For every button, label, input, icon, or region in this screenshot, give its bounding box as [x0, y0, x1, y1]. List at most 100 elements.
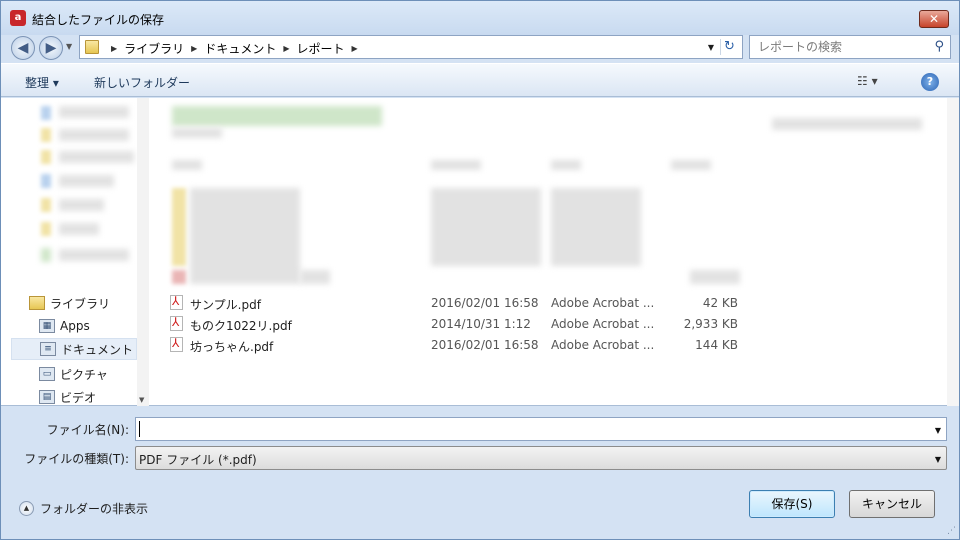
sidebar-item-pictures[interactable]: ▭ ピクチャ — [1, 363, 137, 385]
blurred-region — [41, 128, 51, 142]
blurred-region — [172, 106, 382, 126]
filename-label: ファイル名(N): — [46, 423, 129, 437]
refresh-icon[interactable]: ↻ — [720, 39, 738, 55]
filetype-select[interactable]: PDF ファイル (*.pdf) ▼ — [135, 446, 947, 470]
breadcrumb-item-documents[interactable]: ドキュメント — [204, 40, 276, 57]
search-icon[interactable]: ⚲ — [934, 39, 944, 54]
blurred-region — [172, 188, 186, 266]
search-box[interactable]: ⚲ — [749, 35, 951, 59]
file-row[interactable]: ものク1022リ.pdf 2014/10/31 1:12 Adobe Acrob… — [170, 313, 750, 334]
sidebar-item-label: ピクチャ — [60, 367, 108, 382]
chevron-up-icon: ▲ — [19, 501, 34, 516]
apps-icon: ▦ — [39, 319, 55, 333]
breadcrumb-item-libraries[interactable]: ライブラリ — [124, 40, 184, 57]
file-list: サンプル.pdf 2016/02/01 16:58 Adobe Acrobat … — [150, 98, 947, 406]
blurred-region — [431, 160, 481, 170]
breadcrumb-arrow-icon[interactable]: ▶ — [111, 44, 117, 53]
blurred-region — [59, 106, 129, 118]
library-icon — [29, 296, 45, 310]
folder-icon — [85, 40, 99, 54]
address-history-chevron-icon[interactable]: ▼ — [708, 43, 714, 52]
chevron-down-icon[interactable]: ▼ — [935, 426, 941, 435]
blurred-region — [59, 151, 134, 163]
file-size: 42 KB — [702, 296, 738, 310]
navigation-row: ◀ ▶ ▼ ▶ ライブラリ ▶ ドキュメント ▶ レポート ▶ ▼ ↻ ⚲ — [1, 35, 959, 61]
blurred-region — [41, 106, 51, 120]
organize-menu[interactable]: 整理 ▾ — [25, 74, 59, 91]
file-date: 2016/02/01 16:58 — [431, 338, 539, 352]
blurred-region — [172, 128, 222, 138]
address-bar[interactable]: ▶ ライブラリ ▶ ドキュメント ▶ レポート ▶ ▼ ↻ — [79, 35, 743, 59]
window-title: 結合したファイルの保存 — [32, 13, 165, 27]
recent-locations-chevron-icon[interactable]: ▼ — [66, 42, 72, 51]
search-input[interactable] — [756, 39, 916, 55]
file-name: 坊っちゃん.pdf — [190, 340, 274, 354]
filetype-value: PDF ファイル (*.pdf) — [139, 453, 257, 467]
documents-icon: ≡ — [40, 342, 56, 356]
breadcrumb-arrow-icon[interactable]: ▶ — [352, 44, 358, 53]
blurred-region — [772, 118, 922, 130]
file-row[interactable]: サンプル.pdf 2016/02/01 16:58 Adobe Acrobat … — [170, 292, 750, 313]
save-dialog: a 結合したファイルの保存 ✕ ◀ ▶ ▼ ▶ ライブラリ ▶ ドキュメント ▶… — [0, 0, 960, 540]
sidebar-item-label: ライブラリ — [50, 296, 111, 311]
file-row[interactable]: 坊っちゃん.pdf 2016/02/01 16:58 Adobe Acrobat… — [170, 334, 750, 355]
blurred-region — [41, 222, 51, 236]
blurred-region — [41, 174, 51, 188]
blurred-region — [190, 188, 300, 284]
cancel-button[interactable]: キャンセル — [849, 490, 935, 518]
view-options-icon[interactable]: ☷ ▾ — [857, 74, 878, 88]
title-bar: a 結合したファイルの保存 ✕ — [1, 1, 959, 35]
navigation-scrollbar[interactable]: ▼ — [137, 98, 149, 406]
hide-folders-label: フォルダーの非表示 — [40, 502, 149, 516]
blurred-region — [41, 150, 51, 164]
file-type: Adobe Acrobat ... — [551, 296, 655, 310]
pdf-file-icon — [170, 336, 183, 352]
blurred-region — [690, 270, 740, 284]
sidebar-item-apps[interactable]: ▦ Apps — [1, 315, 137, 337]
blurred-region — [59, 175, 114, 187]
blurred-region — [431, 188, 541, 266]
file-name: サンプル.pdf — [190, 298, 261, 312]
new-folder-button[interactable]: 新しいフォルダー — [94, 74, 190, 91]
file-size: 144 KB — [695, 338, 738, 352]
pdf-file-icon — [170, 315, 183, 331]
sidebar-item-label: Apps — [60, 319, 90, 333]
breadcrumb-arrow-icon[interactable]: ▶ — [283, 44, 289, 53]
file-list-scrollbar[interactable] — [947, 98, 959, 406]
blurred-region — [551, 188, 641, 266]
filetype-label: ファイルの種類(T): — [24, 452, 129, 466]
help-icon[interactable]: ? — [921, 73, 939, 91]
blurred-region — [41, 248, 51, 262]
blurred-region — [41, 198, 51, 212]
file-name: ものク1022リ.pdf — [190, 319, 292, 333]
scroll-down-arrow-icon[interactable]: ▼ — [139, 396, 144, 404]
breadcrumb: ▶ ライブラリ ▶ ドキュメント ▶ レポート ▶ — [104, 40, 365, 57]
blurred-region — [671, 160, 711, 170]
blurred-region — [59, 129, 129, 141]
sidebar-item-videos[interactable]: ▤ ビデオ — [1, 386, 137, 408]
sidebar-item-label: ドキュメント — [61, 342, 134, 357]
sidebar-item-documents[interactable]: ≡ ドキュメント — [11, 338, 137, 360]
hide-folders-toggle[interactable]: ▲ フォルダーの非表示 — [19, 500, 148, 517]
blurred-region — [551, 160, 581, 170]
forward-button[interactable]: ▶ — [39, 36, 63, 60]
breadcrumb-item-reports[interactable]: レポート — [297, 40, 345, 57]
video-icon: ▤ — [39, 390, 55, 404]
sidebar-item-libraries[interactable]: ライブラリ — [1, 292, 137, 314]
pictures-icon: ▭ — [39, 367, 55, 381]
filename-input[interactable] — [139, 421, 919, 437]
app-icon: a — [10, 10, 26, 26]
file-type: Adobe Acrobat ... — [551, 317, 655, 331]
save-button[interactable]: 保存(S) — [749, 490, 835, 518]
back-button[interactable]: ◀ — [11, 36, 35, 60]
sidebar-item-label: ビデオ — [60, 390, 97, 405]
breadcrumb-arrow-icon[interactable]: ▶ — [191, 44, 197, 53]
navigation-pane: ライブラリ ▦ Apps ≡ ドキュメント ▭ ピクチャ ▤ ビデオ ▼ — [1, 98, 149, 406]
filename-combobox[interactable]: ▼ — [135, 417, 947, 441]
file-date: 2016/02/01 16:58 — [431, 296, 539, 310]
chevron-down-icon[interactable]: ▼ — [935, 455, 941, 464]
dialog-footer: ファイル名(N): ▼ ファイルの種類(T): PDF ファイル (*.pdf)… — [1, 407, 959, 539]
close-button[interactable]: ✕ — [919, 10, 949, 28]
resize-grip-icon[interactable]: ⋰ — [947, 526, 956, 536]
blurred-region — [59, 223, 99, 235]
